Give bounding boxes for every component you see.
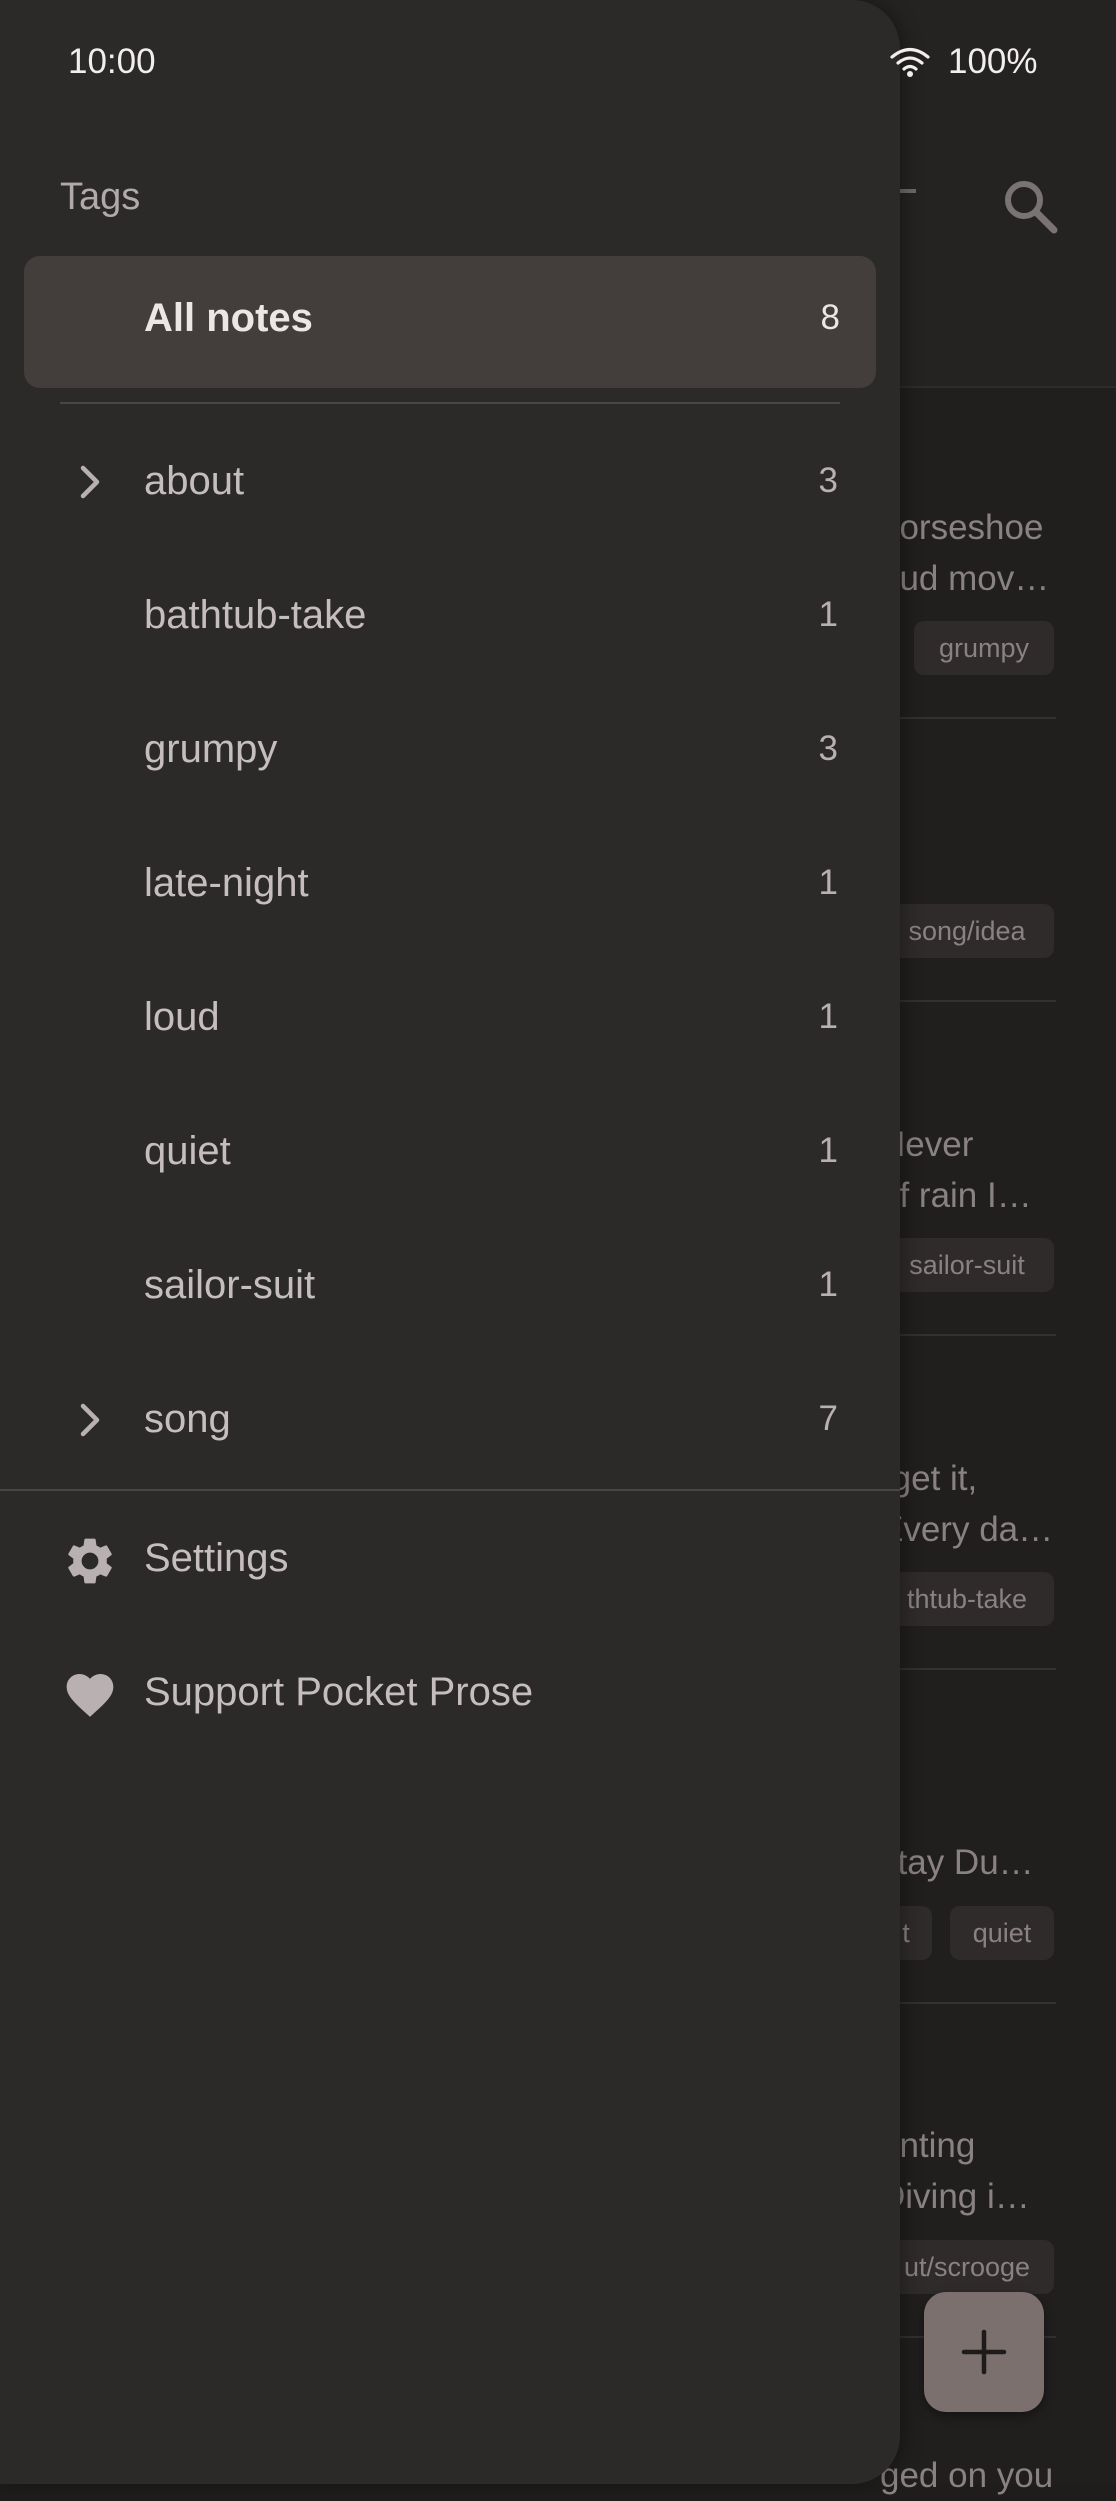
gear-icon xyxy=(68,1538,112,1584)
navigation-drawer: 10:00 100% Tags All notes 8 about 3 bath… xyxy=(0,0,1038,2484)
note-divider xyxy=(880,1000,1056,1002)
status-time: 10:00 xyxy=(68,42,156,81)
note-tag-chip: song/idea xyxy=(880,904,1054,958)
drawer-heading: Tags xyxy=(60,176,141,218)
plus-icon xyxy=(961,2329,1007,2375)
note-tag-chip: thtub-take xyxy=(880,1572,1054,1626)
note-tag-chip: ut/scrooge xyxy=(880,2240,1054,2294)
note-preview-line[interactable]: ged on you xyxy=(880,2450,1066,2501)
drawer-item-all-notes[interactable]: All notes 8 xyxy=(24,256,876,388)
drawer-divider xyxy=(60,402,840,404)
wifi-icon xyxy=(890,47,930,77)
note-preview-line[interactable]: Diving i… xyxy=(880,2171,1066,2222)
note-preview-line[interactable]: Never xyxy=(880,1119,1066,1170)
tag-label: quiet xyxy=(144,1129,231,1173)
tag-count: 7 xyxy=(818,1399,838,1438)
tag-label: late-night xyxy=(144,861,309,905)
battery-level: 100% xyxy=(948,42,1038,81)
tag-count: 3 xyxy=(818,461,838,500)
note-preview-line[interactable]: rget it, xyxy=(880,1453,1066,1504)
menu-item-label: Settings xyxy=(144,1536,289,1580)
tag-item-loud[interactable]: loud 1 xyxy=(0,952,900,1086)
tag-label: song xyxy=(144,1397,231,1441)
tag-item-about[interactable]: about 3 xyxy=(0,416,900,550)
drawer-item-count: 8 xyxy=(820,298,840,337)
tag-count: 1 xyxy=(818,1265,838,1304)
note-tag-chip: quiet xyxy=(950,1906,1054,1960)
menu-item-support[interactable]: Support Pocket Prose xyxy=(0,1625,900,1759)
chevron-right-icon[interactable] xyxy=(78,462,104,502)
tag-count: 1 xyxy=(818,595,838,634)
tag-item-late-night[interactable]: late-night 1 xyxy=(0,818,900,952)
note-divider xyxy=(880,717,1056,719)
note-tag-chip: grumpy xyxy=(914,621,1054,675)
status-indicators: 100% xyxy=(890,42,1038,82)
note-preview-line[interactable]: horseshoe xyxy=(880,502,1066,553)
note-tag-chip: sailor-suit xyxy=(880,1238,1054,1292)
note-preview-line[interactable]: stay Du… xyxy=(880,1837,1066,1888)
note-preview-line[interactable]: Every da… xyxy=(880,1504,1066,1555)
note-divider xyxy=(880,2002,1056,2004)
tag-label: loud xyxy=(144,995,220,1039)
menu-item-label: Support Pocket Prose xyxy=(144,1670,534,1714)
search-icon[interactable] xyxy=(1000,176,1060,236)
tag-label: sailor-suit xyxy=(144,1263,316,1307)
note-divider xyxy=(880,1668,1056,1670)
tag-label: grumpy xyxy=(144,727,278,771)
tag-item-bathtub-take[interactable]: bathtub-take 1 xyxy=(0,550,900,684)
tag-item-sailor-suit[interactable]: sailor-suit 1 xyxy=(0,1220,900,1354)
drawer-item-label: All notes xyxy=(144,296,313,340)
note-preview-line[interactable]: oud mov… xyxy=(880,553,1066,604)
menu-item-settings[interactable]: Settings xyxy=(0,1491,900,1625)
tag-label: bathtub-take xyxy=(144,593,367,637)
tag-item-song[interactable]: song 7 xyxy=(0,1354,900,1488)
tag-count: 3 xyxy=(818,729,838,768)
heart-icon xyxy=(66,1674,114,1717)
tag-item-quiet[interactable]: quiet 1 xyxy=(0,1086,900,1220)
chevron-right-icon[interactable] xyxy=(78,1400,104,1440)
tag-count: 1 xyxy=(818,863,838,902)
tag-count: 1 xyxy=(818,997,838,1036)
note-preview-line[interactable]: unting xyxy=(880,2120,1066,2171)
add-note-button[interactable] xyxy=(924,2292,1044,2412)
tag-item-grumpy[interactable]: grumpy 3 xyxy=(0,684,900,818)
tag-label: about xyxy=(144,459,245,503)
note-divider xyxy=(880,1334,1056,1336)
note-preview-line[interactable]: of rain I… xyxy=(880,1170,1066,1221)
tag-count: 1 xyxy=(818,1131,838,1170)
